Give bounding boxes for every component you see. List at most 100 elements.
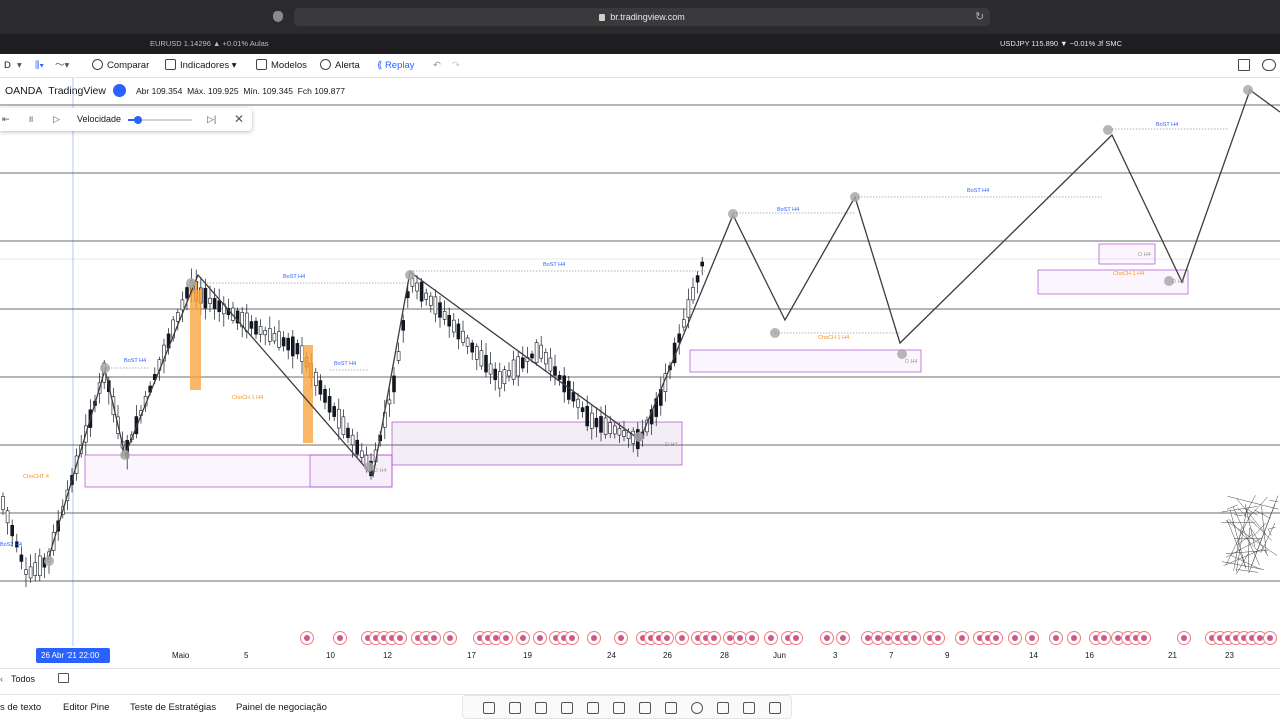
alert-button[interactable]: Alerta bbox=[320, 58, 360, 74]
swing-point-marker bbox=[634, 432, 644, 442]
candle-body bbox=[603, 417, 608, 435]
ticker-usdjpy[interactable]: USDJPY 115.890 ▼ −0.01% Jf SMC bbox=[1000, 34, 1122, 54]
indicators-button[interactable]: Indicadores ▾ bbox=[165, 58, 237, 74]
event-flag-icon bbox=[1029, 635, 1035, 641]
list-icon[interactable] bbox=[483, 702, 495, 714]
candle-body bbox=[203, 287, 208, 309]
event-flag-icon bbox=[993, 635, 999, 641]
symbol-title[interactable]: OANDA TradingView bbox=[5, 83, 106, 99]
candle-body bbox=[24, 569, 28, 575]
trendline-icon[interactable] bbox=[613, 702, 625, 714]
candle-body bbox=[313, 371, 318, 386]
play-icon[interactable]: ▷ bbox=[53, 112, 60, 127]
event-flag-icon bbox=[537, 635, 543, 641]
economic-events-row[interactable] bbox=[300, 631, 1277, 645]
candle-body bbox=[1, 496, 5, 510]
symbol-name: OANDA bbox=[5, 85, 43, 97]
event-flag-icon bbox=[591, 635, 597, 641]
candle-body bbox=[442, 311, 447, 320]
demand-label: D H4 bbox=[1172, 279, 1185, 285]
candle-body bbox=[355, 439, 360, 455]
candle-body bbox=[392, 375, 396, 393]
candle-body bbox=[245, 312, 249, 332]
candle-body bbox=[217, 300, 221, 313]
step-forward-icon[interactable]: ▷| bbox=[207, 112, 216, 127]
candle-body bbox=[290, 336, 295, 357]
bost-label: BoST H4 bbox=[124, 358, 146, 364]
shield-icon[interactable] bbox=[273, 11, 283, 22]
swing-point-marker bbox=[186, 278, 196, 288]
fullscreen-icon[interactable] bbox=[1238, 59, 1250, 71]
speed-label: Velocidade bbox=[77, 114, 122, 124]
event-flag-icon bbox=[1267, 635, 1273, 641]
choch-label: ChoCH 1 H4 bbox=[232, 395, 263, 401]
pattern-icon[interactable] bbox=[535, 702, 547, 714]
candle-body bbox=[28, 566, 33, 579]
tab-pine-editor[interactable]: Editor Pine bbox=[63, 702, 109, 713]
candle-body bbox=[267, 328, 272, 342]
tab-trading-panel[interactable]: Painel de negociação bbox=[236, 702, 327, 713]
range-all-button[interactable]: Todos bbox=[11, 674, 35, 684]
lock-icon bbox=[599, 14, 606, 22]
interval-button[interactable]: D bbox=[4, 58, 11, 74]
tab-strategy-tester[interactable]: Teste de Estratégias bbox=[130, 702, 216, 713]
redo-icon[interactable]: ↷ bbox=[452, 58, 460, 74]
price-chart[interactable]: BoST H4 BoST H4 BoST H4 BoST H4 BoST H4 BoST … bbox=[0, 78, 1280, 646]
replay-button[interactable]: ⟪ Replay bbox=[377, 58, 415, 74]
compare-button[interactable]: Comparar bbox=[92, 58, 149, 74]
bost-label: BoST H4 bbox=[967, 188, 989, 194]
eraser-icon[interactable] bbox=[743, 702, 755, 714]
address-bar[interactable]: br.tradingview.com bbox=[294, 8, 990, 26]
pen-icon[interactable] bbox=[769, 702, 781, 714]
tab-text-notes[interactable]: s de texto bbox=[0, 702, 41, 713]
path-icon[interactable] bbox=[665, 702, 677, 714]
date-range-icon[interactable] bbox=[58, 673, 69, 683]
sliders-icon[interactable] bbox=[509, 702, 521, 714]
compare-label: Comparar bbox=[107, 60, 150, 71]
ellipse-icon[interactable] bbox=[691, 702, 703, 714]
candle-body bbox=[254, 320, 258, 335]
templates-label: Modelos bbox=[271, 60, 307, 71]
candle-body bbox=[585, 405, 590, 427]
brush-icon[interactable] bbox=[717, 702, 729, 714]
pause-icon[interactable]: ॥ bbox=[28, 112, 33, 127]
time-tick-label: Maio bbox=[172, 651, 190, 660]
grid-icon[interactable] bbox=[587, 702, 599, 714]
event-flag-icon bbox=[1101, 635, 1107, 641]
swing-point-marker bbox=[1103, 125, 1113, 135]
range-bar: ‹ Todos bbox=[0, 668, 1280, 690]
candles-icon[interactable]: ⫼▾ bbox=[35, 58, 44, 74]
ticker-eurusd[interactable]: EURUSD 1.14296 ▲ +0.01% Aulas bbox=[150, 34, 269, 54]
cloud-icon[interactable] bbox=[1262, 59, 1276, 71]
open-value: Abr 109.354 bbox=[136, 86, 183, 96]
time-axis[interactable]: Maio 5 10 12 17 19 24 26 28 Jun 3 7 9 14 16 21 23 bbox=[0, 646, 1280, 666]
polyline-icon[interactable] bbox=[639, 702, 651, 714]
candle-body bbox=[272, 333, 277, 342]
chevron-down-icon[interactable]: ▾ bbox=[17, 58, 22, 74]
candle-body bbox=[10, 525, 14, 537]
chevron-left-icon[interactable]: ‹ bbox=[0, 674, 3, 684]
templates-button[interactable]: Modelos bbox=[256, 58, 307, 74]
close-icon[interactable]: ✕ bbox=[234, 112, 244, 127]
replay-indicator-icon[interactable] bbox=[113, 84, 126, 97]
chart-toolbar: D ▾ ⫼▾ 〜▾ Comparar Indicadores ▾ Modelos… bbox=[0, 54, 1280, 78]
speed-slider-handle[interactable] bbox=[133, 116, 142, 124]
candle-body bbox=[543, 352, 548, 365]
reload-icon[interactable]: ↻ bbox=[975, 10, 984, 23]
undo-icon[interactable]: ↶ bbox=[433, 58, 441, 74]
event-flag-icon bbox=[569, 635, 575, 641]
logo-stroke bbox=[1237, 507, 1272, 541]
indicators-icon bbox=[165, 59, 176, 70]
line-chart-icon[interactable]: 〜▾ bbox=[55, 58, 69, 74]
replay-select-icon[interactable]: ⇤ bbox=[2, 112, 10, 127]
event-flag-icon bbox=[431, 635, 437, 641]
alarm-icon bbox=[320, 59, 331, 70]
candle-body bbox=[419, 281, 424, 302]
candle-body bbox=[438, 302, 442, 318]
crop-icon[interactable] bbox=[561, 702, 573, 714]
candle-body bbox=[341, 416, 346, 435]
candle-body bbox=[286, 337, 291, 351]
event-flag-icon bbox=[749, 635, 755, 641]
candle-body bbox=[539, 344, 544, 359]
speed-slider[interactable] bbox=[128, 116, 192, 124]
